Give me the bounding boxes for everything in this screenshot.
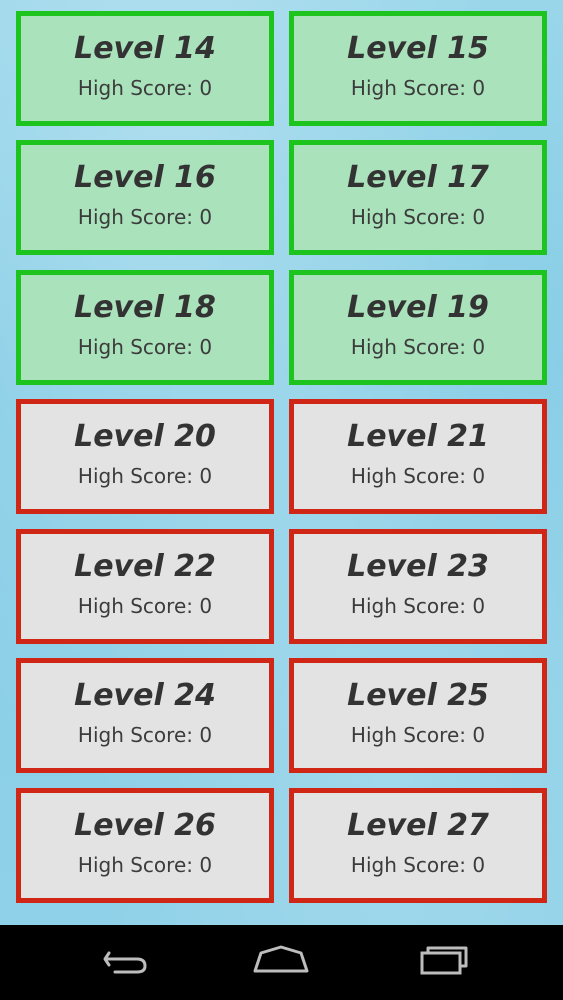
level-title: Level 20 <box>74 419 216 454</box>
home-button[interactable] <box>241 939 321 987</box>
high-score-label: High Score: 0 <box>350 853 486 877</box>
high-score-label: High Score: 0 <box>350 464 486 488</box>
level-card-21[interactable]: Level 21 High Score: 0 <box>289 399 547 514</box>
level-card-14[interactable]: Level 14 High Score: 0 <box>16 11 274 126</box>
level-grid: Level 14 High Score: 0 Level 15 High Sco… <box>0 0 563 925</box>
high-score-label: High Score: 0 <box>77 335 213 359</box>
back-icon <box>103 951 147 974</box>
level-card-19[interactable]: Level 19 High Score: 0 <box>289 270 547 385</box>
level-card-16[interactable]: Level 16 High Score: 0 <box>16 140 274 255</box>
back-button[interactable] <box>85 939 165 987</box>
high-score-label: High Score: 0 <box>350 723 486 747</box>
level-card-24[interactable]: Level 24 High Score: 0 <box>16 658 274 773</box>
level-card-15[interactable]: Level 15 High Score: 0 <box>289 11 547 126</box>
level-title: Level 23 <box>347 549 489 584</box>
recent-apps-icon <box>420 946 468 975</box>
level-card-25[interactable]: Level 25 High Score: 0 <box>289 658 547 773</box>
high-score-label: High Score: 0 <box>77 464 213 488</box>
level-title: Level 27 <box>347 808 489 843</box>
recent-apps-button[interactable] <box>400 939 480 987</box>
level-title: Level 26 <box>74 808 216 843</box>
level-title: Level 18 <box>74 290 216 325</box>
level-card-18[interactable]: Level 18 High Score: 0 <box>16 270 274 385</box>
high-score-label: High Score: 0 <box>350 335 486 359</box>
high-score-label: High Score: 0 <box>350 205 486 229</box>
system-navigation-bar <box>0 925 563 1000</box>
level-title: Level 17 <box>347 160 489 195</box>
high-score-label: High Score: 0 <box>77 205 213 229</box>
level-title: Level 24 <box>74 678 216 713</box>
home-icon <box>253 945 309 973</box>
level-title: Level 14 <box>74 31 216 66</box>
high-score-label: High Score: 0 <box>77 853 213 877</box>
level-card-27[interactable]: Level 27 High Score: 0 <box>289 788 547 903</box>
level-title: Level 21 <box>347 419 489 454</box>
high-score-label: High Score: 0 <box>350 594 486 618</box>
level-card-17[interactable]: Level 17 High Score: 0 <box>289 140 547 255</box>
level-card-23[interactable]: Level 23 High Score: 0 <box>289 529 547 644</box>
high-score-label: High Score: 0 <box>77 723 213 747</box>
high-score-label: High Score: 0 <box>77 594 213 618</box>
level-card-20[interactable]: Level 20 High Score: 0 <box>16 399 274 514</box>
level-title: Level 16 <box>74 160 216 195</box>
level-title: Level 22 <box>74 549 216 584</box>
level-title: Level 19 <box>347 290 489 325</box>
level-card-22[interactable]: Level 22 High Score: 0 <box>16 529 274 644</box>
level-select-screen: Level 14 High Score: 0 Level 15 High Sco… <box>0 0 563 925</box>
high-score-label: High Score: 0 <box>350 76 486 100</box>
level-title: Level 25 <box>347 678 489 713</box>
high-score-label: High Score: 0 <box>77 76 213 100</box>
level-card-26[interactable]: Level 26 High Score: 0 <box>16 788 274 903</box>
level-title: Level 15 <box>347 31 489 66</box>
